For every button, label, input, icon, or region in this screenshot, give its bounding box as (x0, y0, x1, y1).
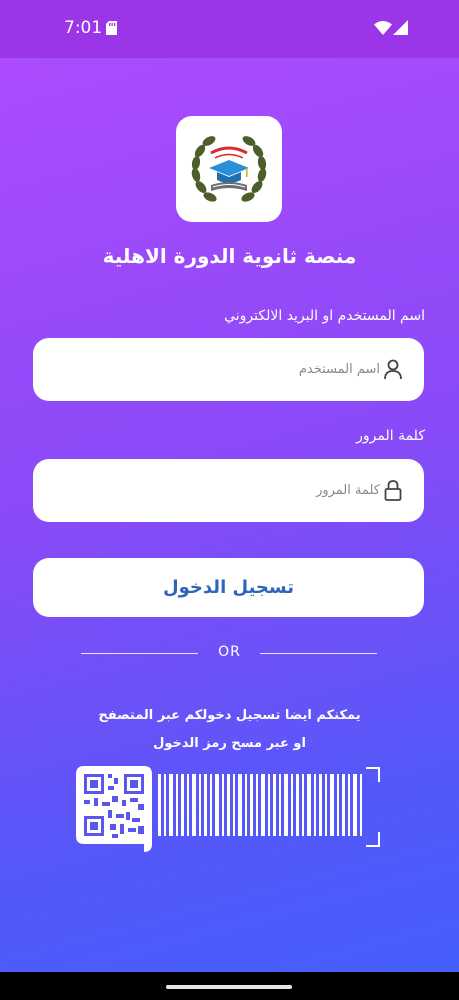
sd-card-icon (106, 21, 117, 35)
password-field-container[interactable] (33, 459, 424, 522)
app-logo (176, 116, 282, 222)
or-text: OR (218, 644, 241, 660)
login-button[interactable]: تسجيل الدخول (33, 558, 424, 617)
status-bar: 7:01 (0, 0, 459, 58)
username-field-container[interactable] (33, 338, 424, 401)
qr-barcode-scan-icon[interactable] (76, 766, 384, 852)
password-input[interactable] (49, 459, 384, 522)
divider-line-right (260, 653, 377, 654)
user-icon (384, 359, 402, 380)
cellular-signal-icon (393, 20, 408, 35)
login-screen: منصة ثانوية الدورة الاهلية اسم المستخدم … (0, 58, 459, 972)
lock-icon (384, 480, 402, 501)
status-time: 7:01 (64, 18, 103, 38)
password-label: كلمة المرور (356, 428, 425, 444)
browser-login-hint: يمكنكم ايضا تسجيل دخولكم عبر المتصفح (98, 708, 361, 723)
wifi-icon (374, 21, 392, 35)
username-input[interactable] (49, 338, 384, 401)
home-gesture-handle[interactable] (166, 985, 292, 989)
username-label: اسم المستخدم او البريد الالكتروني (224, 308, 425, 324)
navigation-bar (0, 972, 459, 1000)
or-divider: OR (0, 644, 459, 664)
app-title: منصة ثانوية الدورة الاهلية (102, 244, 357, 268)
school-logo-icon (191, 136, 267, 202)
scan-code-hint: او عبر مسح رمز الدخول (153, 736, 306, 751)
